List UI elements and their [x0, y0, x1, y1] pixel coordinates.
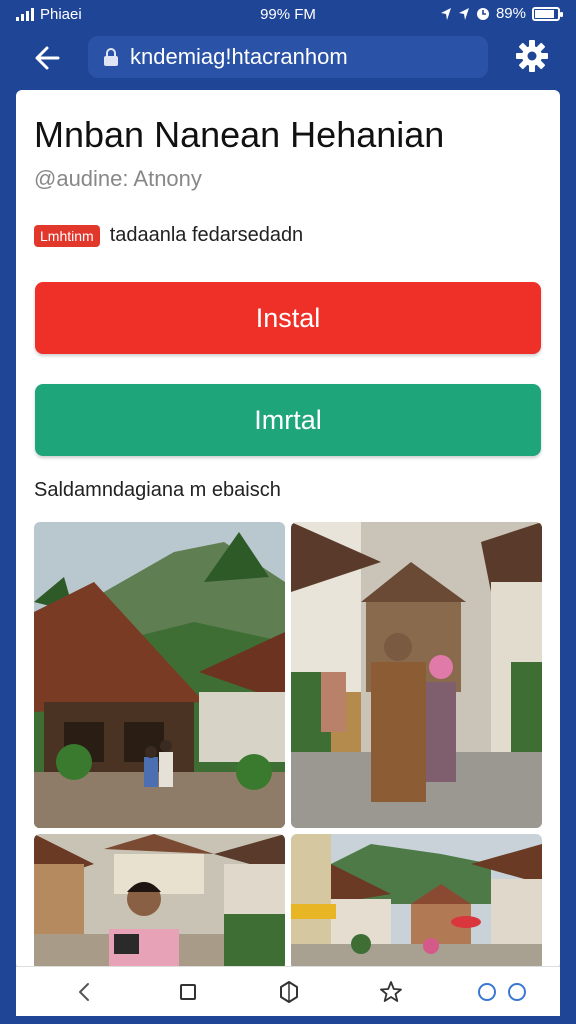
lock-icon	[104, 48, 118, 66]
alarm-icon	[476, 7, 489, 20]
status-right: 89%	[440, 5, 563, 22]
young-man-street-photo[interactable]	[34, 834, 285, 970]
photo-gallery	[34, 522, 542, 970]
secondary-install-button[interactable]: Imrtal	[35, 384, 541, 456]
gallery-heading: Saldamndagiana m ebaisch	[34, 479, 281, 501]
install-button[interactable]: Instal	[35, 282, 541, 354]
browser-toolbar: kndemiag!htacranhom	[0, 30, 576, 88]
address-bar[interactable]: kndemiag!htacranhom	[88, 36, 488, 78]
badge-row: Lmhtinm tadaanla fedarsedadn	[34, 224, 303, 247]
location-icon	[440, 7, 451, 20]
badge-description: tadaanla fedarsedadn	[109, 224, 304, 246]
app-subtitle: @audine: Atnony	[34, 166, 202, 191]
back-icon[interactable]	[69, 977, 99, 1007]
status-badge: Lmhtinm	[34, 224, 100, 247]
app-card: Mnban Nanean Hehanian @audine: Atnony Lm…	[16, 90, 560, 970]
battery-icon	[532, 6, 563, 21]
tabs-icon[interactable]	[173, 977, 203, 1007]
elder-woman-girl-photo[interactable]	[291, 522, 542, 828]
back-arrow-icon[interactable]	[28, 38, 68, 78]
bookmark-icon[interactable]	[376, 977, 406, 1007]
navigation-icon	[458, 7, 469, 20]
menu-icon[interactable]	[472, 977, 532, 1007]
home-icon[interactable]	[274, 977, 304, 1007]
village-market-stalls-photo[interactable]	[291, 834, 542, 970]
battery-percent: 89%	[495, 5, 526, 22]
gear-icon[interactable]	[514, 38, 550, 74]
url-text: kndemiag!htacranhom	[130, 44, 348, 69]
village-house-mountain-photo[interactable]	[34, 522, 285, 828]
bottom-navigation	[16, 966, 560, 1016]
status-bar: Phiaei 99% FM 89%	[0, 0, 576, 30]
app-title: Mnban Nanean Hehanian	[34, 114, 445, 155]
